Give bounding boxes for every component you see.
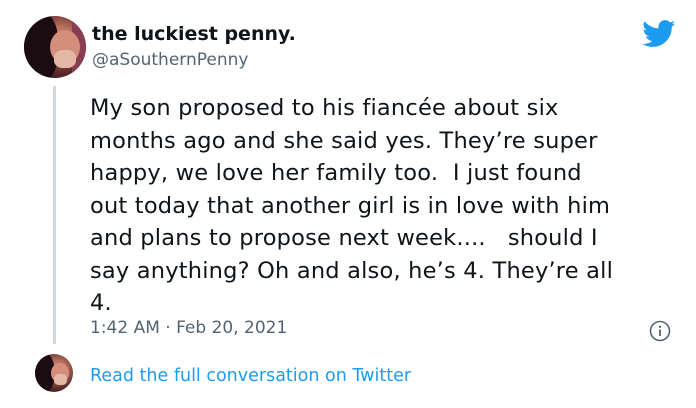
- read-full-conversation-link[interactable]: Read the full conversation on Twitter: [90, 366, 411, 386]
- embedded-tweet-card: the luckiest penny. @aSouthernPenny My s…: [0, 0, 696, 408]
- author-handle[interactable]: @aSouthernPenny: [92, 50, 248, 70]
- tweet-timestamp[interactable]: 1:42 AM · Feb 20, 2021: [90, 318, 287, 338]
- twitter-bird-icon[interactable]: [642, 20, 676, 48]
- tweet-text: My son proposed to his fiancée about six…: [90, 95, 614, 316]
- author-name[interactable]: the luckiest penny.: [92, 23, 296, 45]
- author-avatar[interactable]: [24, 16, 86, 78]
- thread-connector-line: [53, 86, 56, 344]
- avatar-hand: [54, 50, 76, 68]
- reply-avatar[interactable]: [35, 354, 73, 392]
- info-icon[interactable]: [649, 320, 671, 342]
- avatar-hand: [54, 374, 67, 385]
